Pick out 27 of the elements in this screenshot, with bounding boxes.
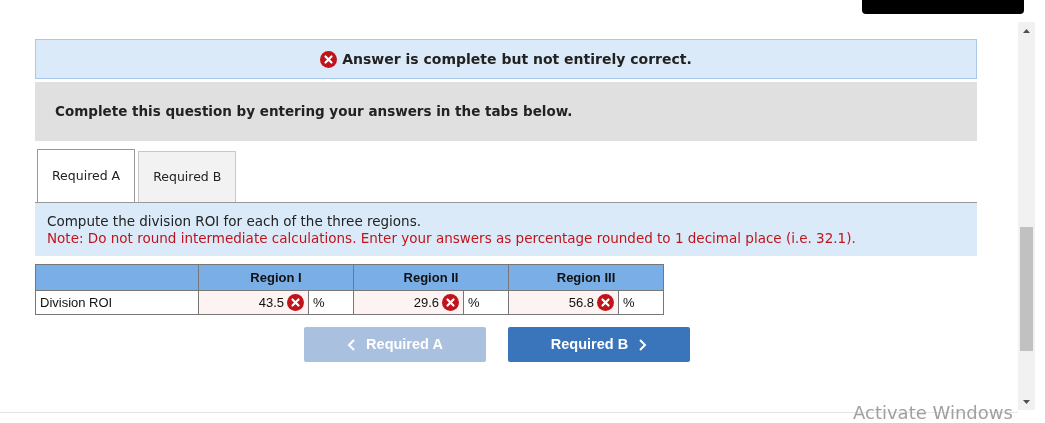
activate-windows-text: Activate Windows — [853, 402, 1013, 423]
tab[interactable]: Required A — [37, 149, 136, 202]
scroll-down-icon[interactable] — [1023, 400, 1030, 404]
scroll-thumb[interactable] — [1020, 227, 1033, 351]
instructions-text: Complete this question by entering your answers in the tabs below. — [55, 102, 573, 122]
answer-value: 29.6 — [413, 293, 439, 312]
unit-label: % — [618, 290, 664, 315]
prompt-text: Compute the division ROI for each of the three regions. — [47, 213, 422, 230]
column-header: Region I — [198, 264, 354, 291]
answer-field[interactable]: 56.8 — [509, 291, 618, 314]
scroll-up-icon[interactable] — [1023, 29, 1030, 33]
answer-value: 43.5 — [258, 293, 284, 312]
answer-value: 56.8 — [568, 293, 594, 312]
nav-button[interactable]: Required B — [508, 327, 690, 362]
answer-field[interactable]: 43.5 — [199, 291, 308, 314]
chevron-right-icon — [638, 338, 648, 351]
column-header: Region II — [353, 264, 509, 291]
column-header: Region III — [508, 264, 664, 291]
note-text: Note: Do not round intermediate calculations. Enter your answers as percentage rounded to 1 decimal place (i.e. 32.1). — [47, 230, 857, 247]
row-label: Division ROI — [35, 290, 199, 315]
answer-field[interactable]: 29.6 — [354, 291, 463, 314]
scrollbar[interactable] — [1018, 22, 1035, 410]
unit-label: % — [308, 290, 354, 315]
chevron-left-icon — [347, 338, 357, 351]
alert-text: Answer is complete but not entirely correct. — [342, 49, 692, 69]
unit-label: % — [463, 290, 509, 315]
tab[interactable]: Required B — [138, 151, 237, 202]
